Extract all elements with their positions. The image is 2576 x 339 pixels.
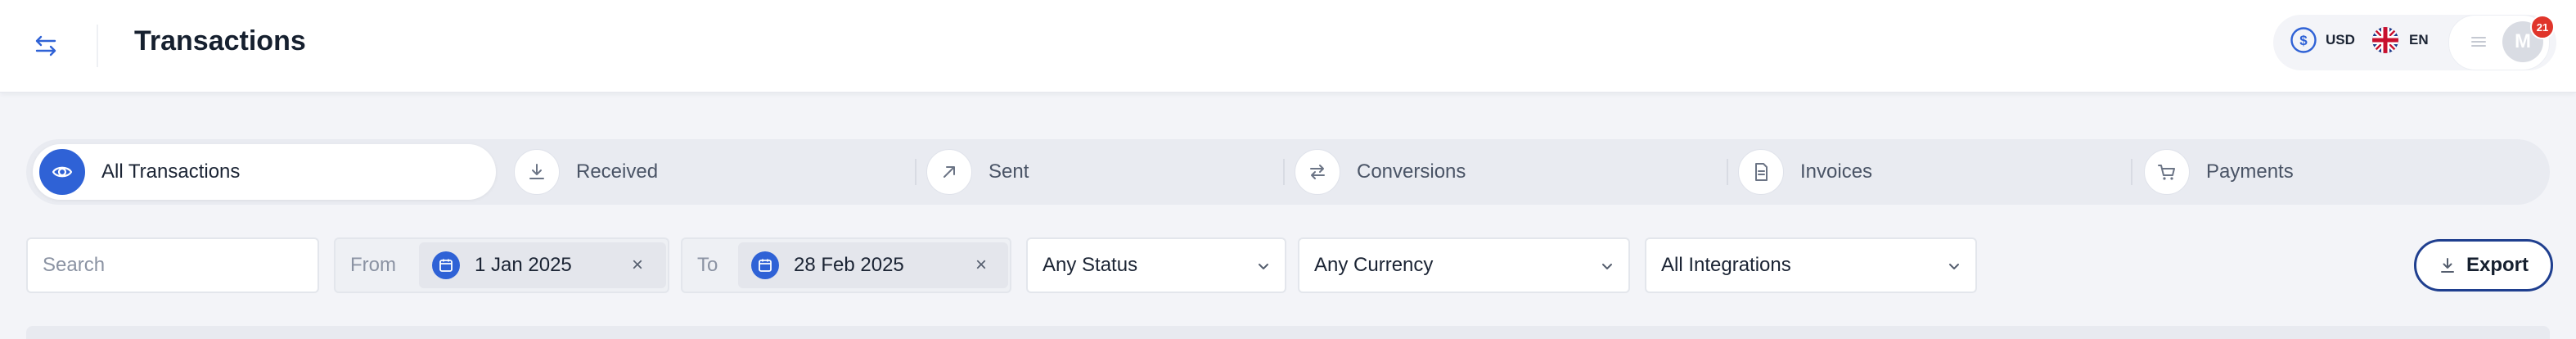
swap-arrows-icon [35, 35, 56, 56]
tab-label: Sent [989, 160, 1029, 183]
integrations-select-value: All Integrations [1661, 254, 1791, 276]
tab-label: Received [576, 160, 659, 183]
tab-label: All Transactions [101, 160, 241, 183]
dollar-circle-icon: $ [2290, 27, 2317, 53]
to-date-field[interactable]: To 28 Feb 2025 × [681, 237, 1011, 293]
download-icon [2440, 258, 2454, 273]
tab-invoices[interactable]: Invoices [1738, 144, 1872, 200]
chevron-down-icon [1259, 264, 1268, 269]
calendar-icon [432, 251, 460, 279]
from-date-field[interactable]: From 1 Jan 2025 × [334, 237, 669, 293]
notification-badge: 21 [2530, 15, 2555, 39]
cart-icon [2144, 149, 2190, 195]
tab-sent[interactable]: Sent [926, 144, 1029, 200]
language-code: EN [2409, 32, 2429, 47]
table-container-top [26, 326, 2550, 339]
tab-divider [2131, 159, 2132, 185]
tab-divider [1283, 159, 1285, 185]
hamburger-icon[interactable] [2470, 33, 2488, 51]
tab-received[interactable]: Received [514, 144, 658, 200]
currency-select-value: Any Currency [1314, 254, 1434, 276]
tab-label: Payments [2206, 160, 2294, 183]
to-date-value: 28 Feb 2025 [794, 254, 904, 276]
eye-icon [39, 149, 85, 195]
calendar-icon [751, 251, 779, 279]
clear-to-date-icon[interactable]: × [975, 254, 987, 277]
status-select[interactable]: Any Status [1026, 237, 1286, 293]
from-date-picker[interactable]: 1 Jan 2025 × [419, 242, 666, 288]
from-label: From [350, 254, 396, 276]
tab-payments[interactable]: Payments [2144, 144, 2294, 200]
export-button[interactable]: Export [2414, 239, 2553, 292]
search-input[interactable] [28, 254, 317, 277]
tab-all-transactions[interactable]: All Transactions [33, 144, 496, 200]
uk-flag-icon [2372, 27, 2398, 53]
sidebar-toggle-button[interactable] [23, 23, 69, 69]
tab-divider [915, 159, 916, 185]
export-label: Export [2466, 254, 2529, 276]
arrow-up-right-icon [926, 149, 972, 195]
status-select-value: Any Status [1043, 254, 1138, 276]
tab-divider [1727, 159, 1728, 185]
document-icon [1738, 149, 1784, 195]
tab-label: Invoices [1800, 160, 1873, 183]
currency-selector[interactable]: $ USD [2290, 26, 2355, 54]
clear-from-date-icon[interactable]: × [632, 254, 643, 277]
chevron-down-icon [1602, 264, 1612, 269]
currency-code: USD [2326, 32, 2355, 47]
header-divider [97, 25, 98, 67]
from-date-value: 1 Jan 2025 [475, 254, 572, 276]
tab-label: Conversions [1357, 160, 1466, 183]
page-title: Transactions [134, 25, 306, 56]
language-selector[interactable]: EN [2371, 26, 2429, 54]
integrations-select[interactable]: All Integrations [1645, 237, 1977, 293]
exchange-icon [1295, 149, 1340, 195]
to-date-picker[interactable]: 28 Feb 2025 × [738, 242, 1008, 288]
top-bar [0, 0, 2576, 93]
download-icon [514, 149, 560, 195]
search-field [26, 237, 319, 293]
svg-text:$: $ [2299, 33, 2308, 48]
tab-conversions[interactable]: Conversions [1295, 144, 1466, 200]
currency-select[interactable]: Any Currency [1298, 237, 1630, 293]
chevron-down-icon [1949, 264, 1959, 269]
